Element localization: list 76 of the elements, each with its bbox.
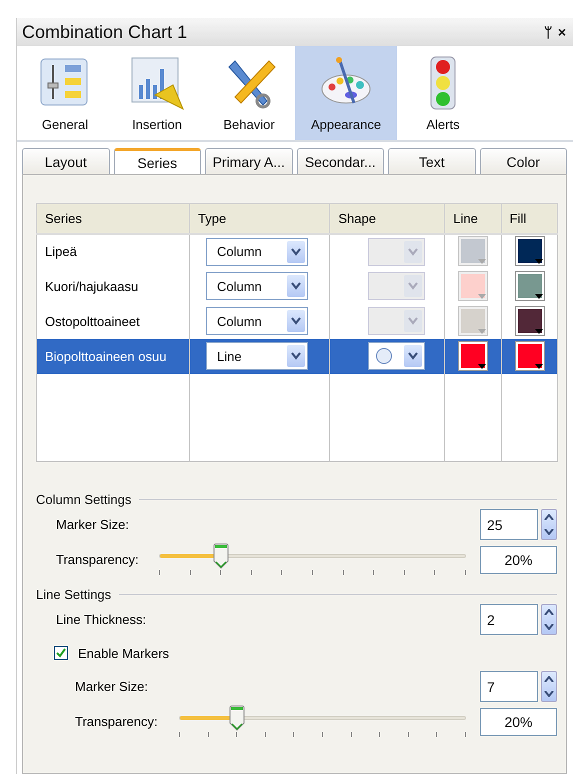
spinner-button[interactable] xyxy=(541,604,557,635)
number-field[interactable]: 25 xyxy=(480,509,538,540)
table-row[interactable]: Lipeä Column xyxy=(36,234,558,268)
column-header: Series xyxy=(36,204,190,234)
spinner-button[interactable] xyxy=(541,509,557,540)
checkbox[interactable] xyxy=(54,646,68,660)
field-label: Marker Size: xyxy=(56,517,130,532)
percent-field[interactable]: 20% xyxy=(480,708,557,736)
series-name: Biopolttoaineen osuu xyxy=(45,348,166,364)
circle-icon xyxy=(375,347,394,365)
table-row[interactable]: Kuori/hajukaasu Column xyxy=(36,268,558,304)
field-label: Transparency: xyxy=(56,552,140,567)
chevron-down-icon xyxy=(544,624,554,630)
type-dropdown[interactable]: Column xyxy=(206,272,308,300)
column-header: Shape xyxy=(330,204,445,234)
close-button[interactable]: × xyxy=(554,24,569,40)
dropdown-triangle-icon xyxy=(478,259,486,264)
chevron-up-icon xyxy=(544,676,554,682)
chevron-down-icon xyxy=(544,528,554,535)
slider-thumb[interactable] xyxy=(229,704,245,730)
window-title: Combination Chart 1 xyxy=(22,22,188,42)
toolbar-button[interactable]: Appearance xyxy=(295,46,397,140)
type-dropdown[interactable]: Column xyxy=(206,238,308,266)
section-title: Column Settings xyxy=(36,492,132,507)
chevron-down-icon xyxy=(290,281,302,291)
checkmark-icon xyxy=(56,648,66,658)
toolbar-button[interactable]: Behavior xyxy=(203,46,295,140)
series-name: Kuori/hajukaasu xyxy=(45,278,138,294)
chevron-down-icon xyxy=(290,316,302,326)
number-field[interactable]: 7 xyxy=(480,671,538,702)
chevron-down-icon xyxy=(407,246,420,256)
dropdown-triangle-icon xyxy=(534,294,543,298)
dropdown-triangle-icon xyxy=(478,294,486,298)
series-name: Ostopolttoaineet xyxy=(45,314,140,328)
tab[interactable]: Secondar... xyxy=(296,148,384,174)
dropdown-triangle-icon xyxy=(534,259,543,264)
field-label: Marker Size: xyxy=(75,679,149,694)
type-dropdown[interactable]: Line xyxy=(206,342,308,370)
dropdown-triangle-icon xyxy=(534,364,543,368)
toolbar-button[interactable]: Alerts xyxy=(397,46,489,140)
chevron-down-icon xyxy=(407,281,420,291)
chevron-down-icon xyxy=(290,246,302,256)
pin-button[interactable]: ᛘ xyxy=(540,24,555,40)
dropdown-triangle-icon xyxy=(478,364,486,368)
shape-dropdown[interactable] xyxy=(368,342,426,370)
tab[interactable]: Primary A... xyxy=(205,148,292,174)
chevron-down-icon xyxy=(544,690,554,697)
chevron-up-icon xyxy=(544,609,554,616)
type-dropdown[interactable]: Column xyxy=(206,307,308,335)
chevron-down-icon xyxy=(407,316,420,326)
chevron-down-icon xyxy=(290,351,302,361)
toolbar-button[interactable]: Insertion xyxy=(111,46,203,140)
column-header: Type xyxy=(189,204,330,234)
tab[interactable]: Series xyxy=(114,148,201,174)
number-field[interactable]: 2 xyxy=(480,604,538,635)
tab[interactable]: Text xyxy=(388,148,476,174)
toolbar-button[interactable]: General xyxy=(19,46,111,140)
chevron-down-icon xyxy=(407,351,420,361)
field-label: Line Thickness: xyxy=(56,612,148,627)
spinner-button[interactable] xyxy=(541,671,557,702)
dropdown-triangle-icon xyxy=(534,328,543,334)
field-label: Transparency: xyxy=(75,714,159,729)
column-header: Line xyxy=(444,204,502,234)
slider-thumb[interactable] xyxy=(213,542,229,568)
chevron-up-icon xyxy=(544,514,554,520)
series-name: Lipeä xyxy=(45,244,77,259)
chart-arrow-icon xyxy=(129,55,185,111)
section-title: Line Settings xyxy=(36,587,112,602)
checkbox-label: Enable Markers xyxy=(78,646,170,660)
dropdown-triangle-icon xyxy=(478,328,486,334)
percent-field[interactable]: 20% xyxy=(480,546,557,574)
table-row[interactable]: Biopolttoaineen osuu Line xyxy=(36,338,558,374)
tab[interactable]: Layout xyxy=(22,148,110,174)
column-header: Fill xyxy=(501,204,558,234)
table-row[interactable]: Ostopolttoaineet Column xyxy=(36,304,558,338)
tab[interactable]: Color xyxy=(480,148,567,174)
